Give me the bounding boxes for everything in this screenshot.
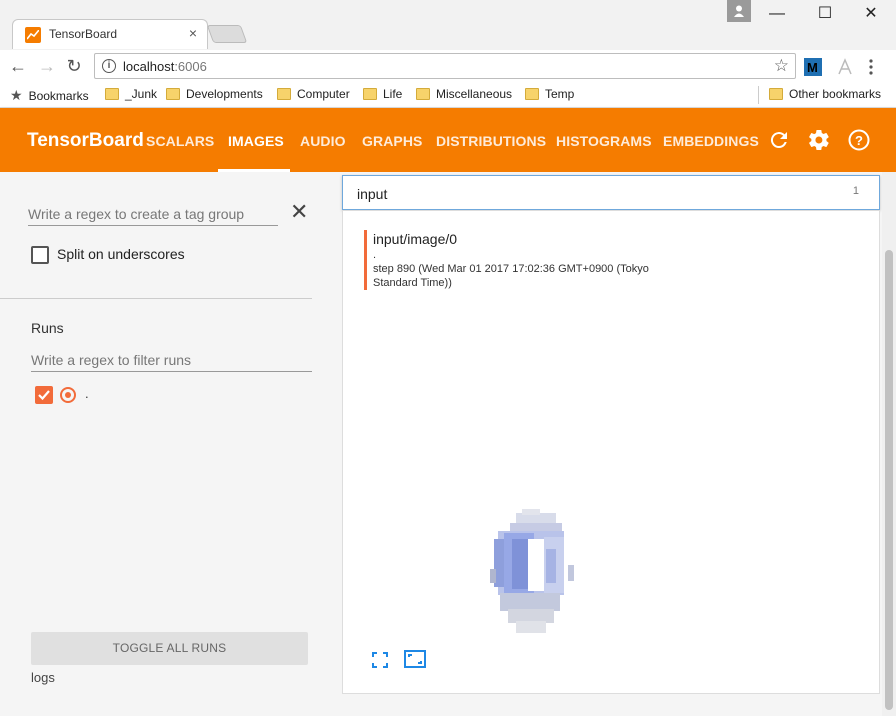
bookmarks-bar: ★ Bookmarks _Junk Developments Computer Life M… xyxy=(0,82,896,108)
folder-icon xyxy=(525,88,539,100)
reload-data-icon[interactable] xyxy=(767,128,791,152)
url-text: localhost:6006 xyxy=(123,59,207,74)
close-window-button[interactable]: ✕ xyxy=(854,2,888,26)
split-underscores-checkbox[interactable] xyxy=(31,246,49,264)
svg-text:?: ? xyxy=(855,133,863,148)
bookmark-junk[interactable]: _Junk xyxy=(105,87,157,101)
tab-histograms[interactable]: HISTOGRAMS xyxy=(556,133,652,149)
runs-filter-input[interactable] xyxy=(31,348,312,372)
split-underscores-label: Split on underscores xyxy=(57,246,185,262)
bookmark-computer[interactable]: Computer xyxy=(277,87,350,101)
reload-icon[interactable]: ↻ xyxy=(64,56,84,76)
run-checkbox-checked-icon[interactable] xyxy=(35,386,53,404)
fullscreen-icon[interactable] xyxy=(372,652,388,668)
bookmarks-separator xyxy=(758,86,759,104)
maximize-button[interactable]: ☐ xyxy=(808,2,842,26)
profile-icon[interactable] xyxy=(727,0,751,22)
address-bar[interactable]: i localhost:6006 ☆ xyxy=(94,53,796,79)
bookmark-life[interactable]: Life xyxy=(363,87,402,101)
extension-pdf-icon[interactable] xyxy=(836,58,854,76)
image-run-name: . xyxy=(373,249,377,261)
main-panel: input 1 input/image/0 . step 890 (Wed Ma… xyxy=(330,172,896,716)
folder-icon xyxy=(416,88,430,100)
tab-title: TensorBoard xyxy=(49,27,118,41)
bookmark-temp[interactable]: Temp xyxy=(525,87,574,101)
browser-titlebar: TensorBoard × — ☐ ✕ xyxy=(0,0,896,50)
forward-arrow-icon[interactable]: → xyxy=(37,56,57,76)
page-scrollbar[interactable] xyxy=(882,172,896,716)
logs-dir-label: logs xyxy=(31,670,55,685)
tag-regex-input[interactable] xyxy=(28,202,278,226)
folder-icon xyxy=(105,88,119,100)
clear-regex-icon[interactable]: ✕ xyxy=(290,200,308,224)
bookmark-label: Computer xyxy=(297,87,350,101)
settings-gear-icon[interactable] xyxy=(807,128,831,152)
folder-icon xyxy=(769,88,783,100)
folder-icon xyxy=(166,88,180,100)
bookmark-label: Life xyxy=(383,87,403,101)
scrollbar-thumb[interactable] xyxy=(885,250,893,710)
back-arrow-icon[interactable]: ← xyxy=(8,56,28,76)
tab-audio[interactable]: AUDIO xyxy=(300,133,346,149)
folder-icon xyxy=(277,88,291,100)
bookmark-label: _Junk xyxy=(125,87,158,101)
menu-kebab-icon[interactable] xyxy=(868,58,876,76)
tag-filter-value: input xyxy=(357,186,388,202)
image-thumbnail[interactable] xyxy=(488,509,578,639)
run-name: . xyxy=(85,386,89,401)
bookmark-miscellaneous[interactable]: Miscellaneous xyxy=(416,87,512,101)
tab-embeddings[interactable]: EMBEDDINGS xyxy=(663,133,759,149)
svg-text:M: M xyxy=(807,60,818,75)
brand-title: TensorBoard xyxy=(27,130,144,151)
image-card: input/image/0 . step 890 (Wed Mar 01 201… xyxy=(342,210,880,694)
tensorboard-header: TensorBoard SCALARS IMAGES AUDIO GRAPHS … xyxy=(0,108,896,172)
runs-title: Runs xyxy=(31,320,64,336)
bookmark-label: Developments xyxy=(186,87,263,101)
bookmark-bookmarks[interactable]: ★ Bookmarks xyxy=(10,87,89,104)
image-step-info: step 890 (Wed Mar 01 2017 17:02:36 GMT+0… xyxy=(373,263,649,289)
run-radio-button[interactable] xyxy=(60,387,76,403)
extension-m-icon[interactable]: M xyxy=(804,58,822,76)
sidebar-divider xyxy=(0,298,312,299)
info-icon[interactable]: i xyxy=(102,59,116,73)
actual-size-icon[interactable] xyxy=(404,650,426,668)
browser-tab[interactable]: TensorBoard × xyxy=(12,19,208,49)
minimize-button[interactable]: — xyxy=(760,2,794,26)
bookmark-label: Bookmarks xyxy=(28,88,89,103)
tab-distributions[interactable]: DISTRIBUTIONS xyxy=(436,133,546,149)
tab-images[interactable]: IMAGES xyxy=(228,133,284,149)
toggle-all-runs-button[interactable]: TOGGLE ALL RUNS xyxy=(31,632,308,665)
run-color-bar xyxy=(364,230,367,290)
folder-icon xyxy=(363,88,377,100)
bookmark-label: Miscellaneous xyxy=(436,87,513,101)
sidebar: ✕ Split on underscores Runs . TOGGLE ALL… xyxy=(0,172,330,716)
tab-scalars[interactable]: SCALARS xyxy=(146,133,214,149)
tab-graphs[interactable]: GRAPHS xyxy=(362,133,423,149)
tensorboard-favicon-icon xyxy=(25,27,41,43)
bookmark-star-icon[interactable]: ☆ xyxy=(774,56,789,76)
bookmark-label: Other bookmarks xyxy=(789,87,882,101)
help-icon[interactable]: ? xyxy=(847,128,871,152)
tag-match-count: 1 xyxy=(852,185,859,197)
star-icon: ★ xyxy=(10,87,23,103)
content-area: ✕ Split on underscores Runs . TOGGLE ALL… xyxy=(0,172,896,716)
new-tab-button[interactable] xyxy=(206,25,248,43)
bookmark-other-bookmarks[interactable]: Other bookmarks xyxy=(769,87,881,101)
tag-filter-search[interactable]: input 1 xyxy=(342,175,880,210)
browser-toolbar: ← → ↻ i localhost:6006 ☆ M xyxy=(0,50,896,82)
bookmark-developments[interactable]: Developments xyxy=(166,87,263,101)
image-tag-title: input/image/0 xyxy=(373,231,458,247)
tab-close-icon[interactable]: × xyxy=(189,25,197,41)
bookmark-label: Temp xyxy=(545,87,575,101)
